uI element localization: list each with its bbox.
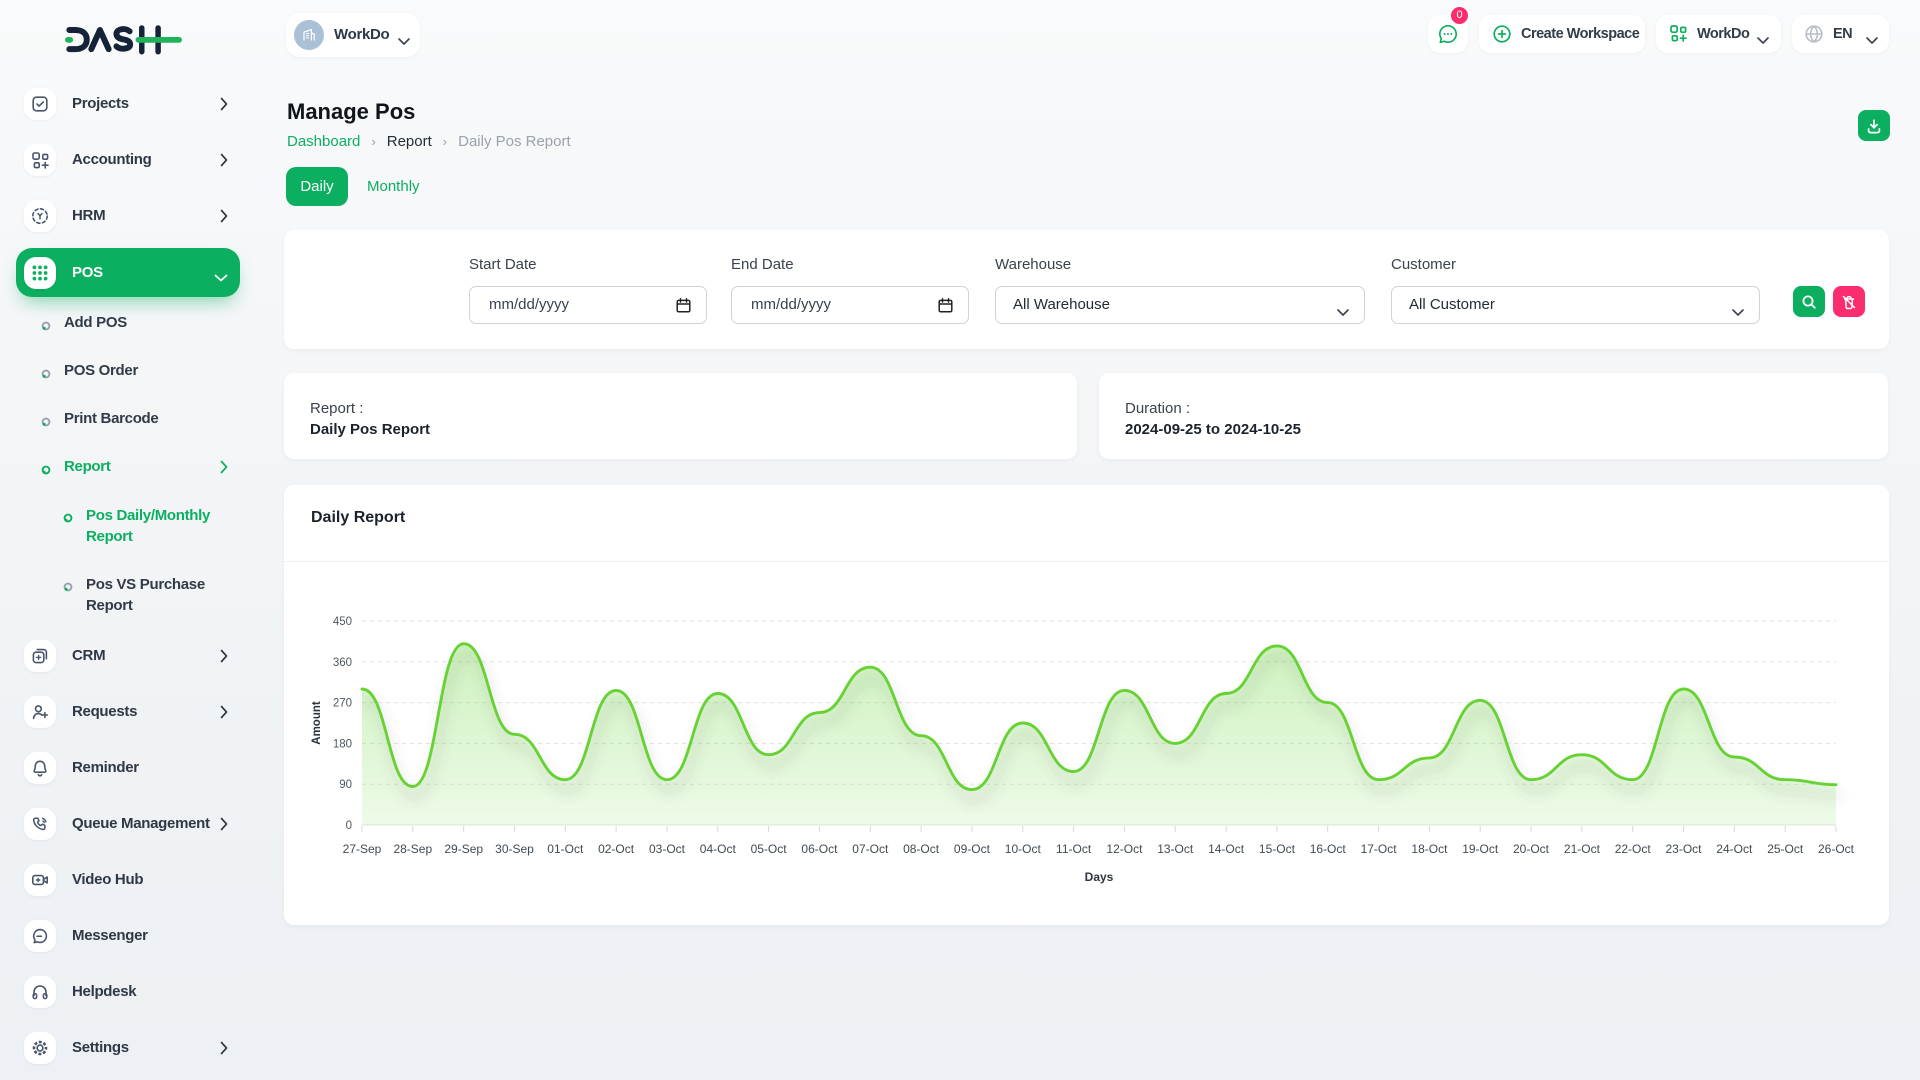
svg-text:10-Oct: 10-Oct	[1005, 842, 1042, 856]
svg-text:90: 90	[339, 779, 352, 791]
svg-text:360: 360	[333, 657, 352, 669]
svg-text:15-Oct: 15-Oct	[1259, 842, 1296, 856]
svg-text:22-Oct: 22-Oct	[1615, 842, 1652, 856]
svg-text:08-Oct: 08-Oct	[903, 842, 940, 856]
svg-text:02-Oct: 02-Oct	[598, 842, 635, 856]
svg-text:07-Oct: 07-Oct	[852, 842, 889, 856]
svg-text:25-Oct: 25-Oct	[1767, 842, 1804, 856]
svg-text:21-Oct: 21-Oct	[1564, 842, 1601, 856]
svg-text:11-Oct: 11-Oct	[1056, 842, 1092, 856]
svg-text:13-Oct: 13-Oct	[1157, 842, 1194, 856]
svg-text:01-Oct: 01-Oct	[547, 842, 584, 856]
svg-text:270: 270	[333, 698, 352, 710]
svg-text:23-Oct: 23-Oct	[1665, 842, 1702, 856]
svg-text:Amount: Amount	[311, 701, 323, 745]
svg-text:450: 450	[333, 616, 352, 628]
svg-text:06-Oct: 06-Oct	[801, 842, 838, 856]
svg-text:18-Oct: 18-Oct	[1411, 842, 1448, 856]
svg-text:29-Sep: 29-Sep	[444, 842, 483, 856]
svg-text:20-Oct: 20-Oct	[1513, 842, 1550, 856]
svg-text:19-Oct: 19-Oct	[1462, 842, 1499, 856]
svg-text:180: 180	[333, 738, 352, 750]
svg-text:28-Sep: 28-Sep	[393, 842, 432, 856]
svg-text:12-Oct: 12-Oct	[1106, 842, 1143, 856]
svg-text:Days: Days	[1085, 870, 1114, 884]
svg-text:03-Oct: 03-Oct	[649, 842, 686, 856]
svg-text:17-Oct: 17-Oct	[1361, 842, 1398, 856]
svg-text:24-Oct: 24-Oct	[1716, 842, 1753, 856]
svg-text:26-Oct: 26-Oct	[1818, 842, 1855, 856]
svg-text:14-Oct: 14-Oct	[1208, 842, 1245, 856]
svg-text:09-Oct: 09-Oct	[954, 842, 991, 856]
svg-text:30-Sep: 30-Sep	[495, 842, 534, 856]
svg-text:0: 0	[346, 820, 352, 832]
svg-text:16-Oct: 16-Oct	[1310, 842, 1347, 856]
svg-text:27-Sep: 27-Sep	[343, 842, 382, 856]
svg-text:05-Oct: 05-Oct	[751, 842, 788, 856]
svg-text:04-Oct: 04-Oct	[700, 842, 737, 856]
